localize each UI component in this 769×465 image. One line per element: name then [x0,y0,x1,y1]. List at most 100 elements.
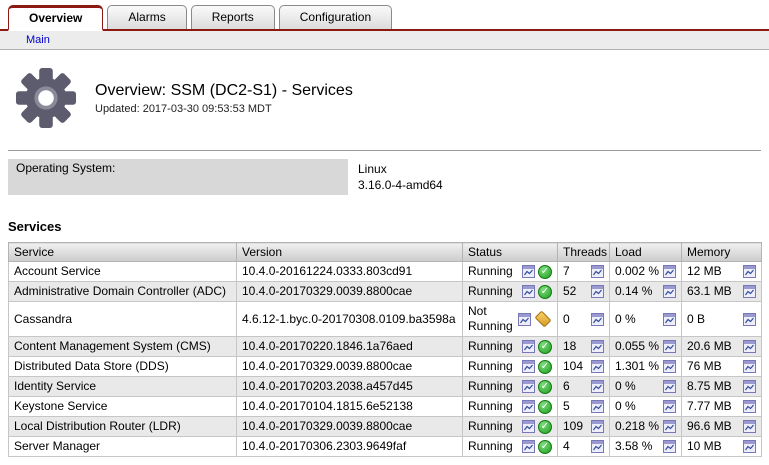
status-chart-icon[interactable] [522,440,535,453]
service-status-cell: Running [463,437,558,457]
memory-chart-icon[interactable] [743,380,756,393]
load-chart-icon[interactable] [663,380,676,393]
threads-chart-icon[interactable] [591,400,604,413]
threads-value: 6 [563,379,570,394]
services-heading: Services [8,219,769,234]
operating-system-row: Operating System: Linux 3.16.0-4-amd64 [8,159,761,195]
threads-value: 5 [563,399,570,414]
load-chart-icon[interactable] [663,265,676,278]
memory-value: 76 MB [687,359,722,374]
threads-value: 18 [563,339,576,354]
threads-chart-icon[interactable] [591,313,604,326]
memory-chart-icon[interactable] [743,420,756,433]
main-link[interactable]: Main [26,34,50,46]
threads-chart-icon[interactable] [591,340,604,353]
service-name: Account Service [9,262,237,282]
service-version: 10.4.0-20170306.2303.9649faf [237,437,463,457]
tab-overview[interactable]: Overview [8,5,103,31]
service-status-cell: Running [463,282,558,302]
status-text: Running [468,419,522,434]
load-chart-icon[interactable] [663,313,676,326]
threads-cell: 4 [558,437,610,457]
status-state-icon [538,285,552,299]
column-header-threads: Threads [558,243,610,262]
threads-value: 4 [563,439,570,454]
memory-chart-icon[interactable] [743,313,756,326]
service-version: 10.4.0-20170329.0039.8800cae [237,357,463,377]
memory-chart-icon[interactable] [743,360,756,373]
status-chart-icon[interactable] [522,285,535,298]
load-cell: 0.14 % [610,282,682,302]
load-chart-icon[interactable] [663,285,676,298]
threads-chart-icon[interactable] [591,265,604,278]
load-cell: 0 % [610,302,682,337]
tab-reports[interactable]: Reports [191,5,275,29]
column-header-version: Version [237,243,463,262]
tab-alarms[interactable]: Alarms [107,5,186,29]
memory-value: 7.77 MB [687,399,732,414]
column-header-memory: Memory [682,243,762,262]
status-text: Running [468,439,522,454]
os-value: Linux 3.16.0-4-amd64 [348,159,453,195]
load-value: 1.301 % [615,359,659,374]
column-header-load: Load [610,243,682,262]
threads-cell: 5 [558,397,610,417]
status-state-icon [538,420,552,434]
memory-value: 12 MB [687,264,722,279]
memory-chart-icon[interactable] [743,285,756,298]
service-name: Administrative Domain Controller (ADC) [9,282,237,302]
threads-chart-icon[interactable] [591,420,604,433]
load-chart-icon[interactable] [663,440,676,453]
status-chart-icon[interactable] [522,340,535,353]
load-chart-icon[interactable] [663,420,676,433]
service-name: Distributed Data Store (DDS) [9,357,237,377]
threads-value: 109 [563,419,583,434]
load-cell: 0.055 % [610,337,682,357]
threads-chart-icon[interactable] [591,440,604,453]
status-state-icon [538,380,552,394]
threads-chart-icon[interactable] [591,380,604,393]
status-text: Running [468,379,522,394]
status-chart-icon[interactable] [522,420,535,433]
status-chart-icon[interactable] [522,360,535,373]
status-text: Not Running [468,304,518,334]
threads-chart-icon[interactable] [591,285,604,298]
table-row: Cassandra 4.6.12-1.byc.0-20170308.0109.b… [9,302,762,337]
threads-chart-icon[interactable] [591,360,604,373]
threads-value: 0 [563,312,570,327]
load-chart-icon[interactable] [663,400,676,413]
load-value: 0.218 % [615,419,659,434]
service-version: 10.4.0-20161224.0333.803cd91 [237,262,463,282]
status-text: Running [468,284,522,299]
load-value: 0.055 % [615,339,659,354]
threads-value: 104 [563,359,583,374]
status-chart-icon[interactable] [522,265,535,278]
memory-value: 0 B [687,312,705,327]
threads-value: 52 [563,284,576,299]
status-state-icon [538,265,552,279]
threads-cell: 18 [558,337,610,357]
tab-configuration[interactable]: Configuration [279,5,392,29]
status-chart-icon[interactable] [522,380,535,393]
service-version: 10.4.0-20170104.1815.6e52138 [237,397,463,417]
memory-chart-icon[interactable] [743,400,756,413]
service-version: 10.4.0-20170203.2038.a457d45 [237,377,463,397]
services-table-body: Account Service 10.4.0-20161224.0333.803… [9,262,762,457]
status-chart-icon[interactable] [518,313,531,326]
memory-cell: 0 B [682,302,762,337]
memory-chart-icon[interactable] [743,265,756,278]
load-chart-icon[interactable] [663,360,676,373]
load-value: 0 % [615,399,636,414]
table-row: Server Manager 10.4.0-20170306.2303.9649… [9,437,762,457]
memory-chart-icon[interactable] [743,340,756,353]
memory-chart-icon[interactable] [743,440,756,453]
load-chart-icon[interactable] [663,340,676,353]
tab-bar: Overview Alarms Reports Configuration [0,0,769,31]
status-state-icon [538,400,552,414]
load-cell: 1.301 % [610,357,682,377]
table-row: Local Distribution Router (LDR) 10.4.0-2… [9,417,762,437]
memory-cell: 20.6 MB [682,337,762,357]
threads-cell: 109 [558,417,610,437]
status-chart-icon[interactable] [522,400,535,413]
service-status-cell: Running [463,262,558,282]
